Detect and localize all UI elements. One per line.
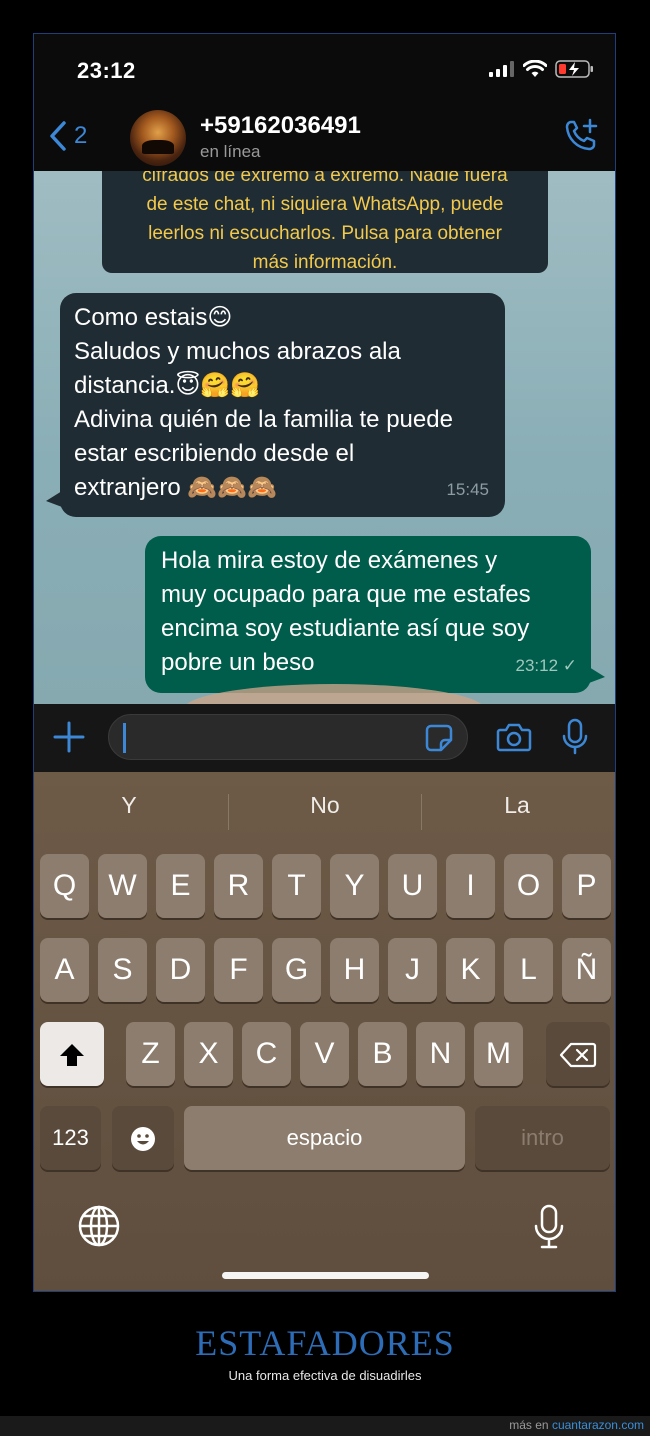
key-q[interactable]: Q (40, 854, 89, 918)
caption-subtitle: Una forma efectiva de disuadirles (228, 1368, 422, 1383)
unread-count: 2 (74, 122, 88, 149)
message-line: Saludos y muchos abrazos ala (74, 338, 401, 365)
suggestion-item[interactable]: La (422, 792, 612, 819)
key-k[interactable]: K (446, 938, 495, 1002)
suggestion-item[interactable]: No (230, 792, 420, 819)
numbers-key[interactable]: 123 (40, 1106, 101, 1170)
text-caret (123, 723, 126, 753)
key-n[interactable]: N (416, 1022, 465, 1086)
microphone-icon (562, 718, 588, 755)
notice-line: leerlos ni escucharlos. Pulsa para obten… (148, 223, 502, 244)
message-line: distancia.😇🤗🤗 (74, 372, 261, 399)
voice-note-button[interactable] (562, 718, 588, 761)
plus-icon (53, 721, 85, 753)
emoji-key[interactable] (112, 1106, 174, 1170)
emoji-icon (131, 1127, 155, 1152)
chevron-left-icon (50, 121, 66, 151)
key-x[interactable]: X (184, 1022, 233, 1086)
message-line: pobre un beso (161, 649, 315, 676)
message-line: encima soy estudiante así que soy (161, 615, 530, 642)
key-m[interactable]: M (474, 1022, 523, 1086)
key-a[interactable]: A (40, 938, 89, 1002)
message-line: Hola mira estoy de exámenes y (161, 547, 498, 574)
attach-button[interactable] (52, 720, 86, 759)
key-v[interactable]: V (300, 1022, 349, 1086)
key-o[interactable]: O (504, 854, 553, 918)
notice-line: más información. (252, 252, 398, 273)
key-n-tilde[interactable]: Ñ (562, 938, 611, 1002)
key-u[interactable]: U (388, 854, 437, 918)
keyboard: Y No La Q W E R T Y U I O P A S D F G H … (34, 772, 615, 1291)
footer-bar: más en cuantarazon.com (0, 1416, 650, 1436)
contact-avatar[interactable] (130, 110, 186, 166)
status-time: 23:12 (77, 58, 136, 83)
shift-key[interactable] (40, 1022, 104, 1086)
key-b[interactable]: B (358, 1022, 407, 1086)
key-t[interactable]: T (272, 854, 321, 918)
key-g[interactable]: G (272, 938, 321, 1002)
key-c[interactable]: C (242, 1022, 291, 1086)
key-i[interactable]: I (446, 854, 495, 918)
add-call-button[interactable] (563, 118, 599, 159)
globe-icon (78, 1205, 120, 1247)
key-y[interactable]: Y (330, 854, 379, 918)
microphone-icon (534, 1204, 564, 1249)
chat-area[interactable]: cifrados de extremo a extremo. Nadie fue… (34, 171, 615, 704)
back-button[interactable]: 2 (48, 120, 87, 152)
sticker-icon[interactable] (425, 724, 453, 752)
delete-key[interactable] (546, 1022, 610, 1086)
suggestion-item[interactable]: Y (34, 792, 224, 819)
wifi-icon (523, 60, 547, 77)
key-r[interactable]: R (214, 854, 263, 918)
key-e[interactable]: E (156, 854, 205, 918)
message-line: extranjero 🙈🙈🙈 (74, 474, 278, 501)
suggestion-bar: Y No La (34, 772, 615, 848)
key-p[interactable]: P (562, 854, 611, 918)
contact-status: en línea (200, 142, 261, 161)
message-line: Adivina quién de la familia te puede (74, 406, 453, 433)
notice-line: cifrados de extremo a extremo. Nadie fue… (142, 171, 508, 186)
status-icons (489, 60, 595, 78)
chat-header: 2 +59162036491 en línea (34, 104, 615, 171)
contact-name[interactable]: +59162036491 (200, 112, 361, 140)
message-line: estar escribiendo desde el (74, 440, 355, 467)
site-link[interactable]: cuantarazon.com (552, 1418, 644, 1432)
status-bar: 23:12 (34, 34, 615, 104)
camera-icon (496, 723, 532, 752)
dictation-button[interactable] (534, 1204, 564, 1255)
home-indicator[interactable] (222, 1272, 429, 1279)
footer-prefix: más en (509, 1418, 552, 1432)
language-switch-button[interactable] (78, 1205, 120, 1252)
key-w[interactable]: W (98, 854, 147, 918)
return-key[interactable]: intro (475, 1106, 610, 1170)
encryption-notice[interactable]: cifrados de extremo a extremo. Nadie fue… (102, 171, 548, 273)
incoming-message[interactable]: Como estais😊 Saludos y muchos abrazos al… (46, 293, 505, 517)
key-j[interactable]: J (388, 938, 437, 1002)
message-time: 15:45 (446, 480, 489, 499)
message-input-bar (34, 704, 615, 772)
message-line: Como estais😊 (74, 304, 233, 331)
notice-line: de este chat, ni siquiera WhatsApp, pued… (146, 194, 504, 215)
message-time: 23:12 ✓ (515, 656, 577, 675)
shift-arrow-icon (60, 1044, 84, 1067)
key-z[interactable]: Z (126, 1022, 175, 1086)
caption-title: ESTAFADORES (195, 1323, 455, 1363)
key-s[interactable]: S (98, 938, 147, 1002)
space-key[interactable]: espacio (184, 1106, 465, 1170)
phone-plus-icon (565, 118, 598, 151)
suggestion-divider (228, 794, 229, 830)
message-line: muy ocupado para que me estafes (161, 581, 531, 608)
footer-text: más en cuantarazon.com (509, 1418, 644, 1432)
battery-charging-icon (555, 60, 593, 78)
key-h[interactable]: H (330, 938, 379, 1002)
camera-button[interactable] (496, 722, 532, 757)
key-l[interactable]: L (504, 938, 553, 1002)
key-f[interactable]: F (214, 938, 263, 1002)
signal-icon (489, 61, 514, 77)
outgoing-message[interactable]: Hola mira estoy de exámenes y muy ocupad… (145, 536, 605, 693)
phone-screenshot: 23:12 2 +59162036491 en línea cifrados d… (33, 33, 616, 1292)
key-d[interactable]: D (156, 938, 205, 1002)
backspace-icon (559, 1042, 597, 1068)
message-input[interactable] (108, 714, 468, 760)
